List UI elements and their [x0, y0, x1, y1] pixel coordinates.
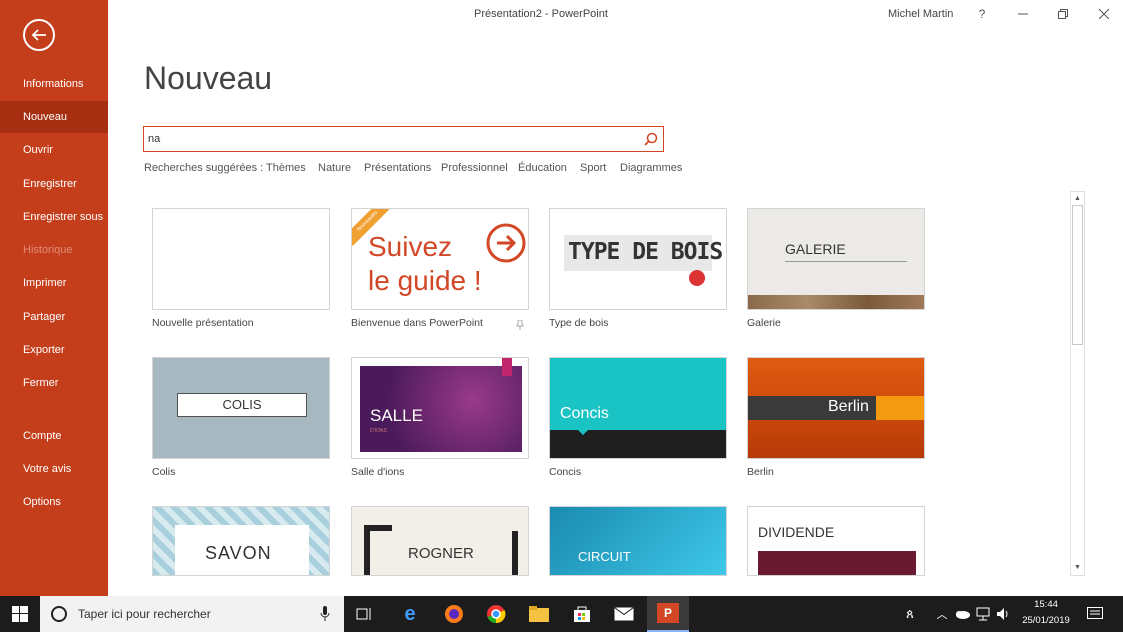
template-caption: Berlin: [747, 466, 774, 478]
template-caption: Colis: [152, 466, 176, 478]
suggestion-link[interactable]: Éducation: [518, 162, 567, 174]
clock-time[interactable]: 15:44: [1016, 599, 1076, 610]
template-circuit[interactable]: CIRCUIT: [549, 506, 727, 576]
store-icon[interactable]: [570, 602, 594, 626]
sidebar-item-ouvrir[interactable]: Ouvrir: [0, 134, 108, 166]
template-salle-dions[interactable]: SALLE D'IONS: [351, 357, 529, 459]
template-search-input[interactable]: [148, 130, 628, 148]
sidebar-item-fermer[interactable]: Fermer: [0, 367, 108, 399]
taskbar-search-placeholder: Taper ici pour rechercher: [78, 607, 211, 621]
onedrive-icon[interactable]: [950, 602, 974, 626]
close-icon[interactable]: [1094, 4, 1114, 24]
template-savon[interactable]: SAVON: [152, 506, 330, 576]
sidebar-item-enregistrer[interactable]: Enregistrer: [0, 168, 108, 200]
template-thumb-title: CIRCUIT: [578, 549, 631, 564]
template-thumb-title: DIVIDENDE: [758, 524, 835, 540]
cortana-circle-icon: [50, 605, 68, 628]
taskbar-search-box[interactable]: Taper ici pour rechercher: [40, 596, 344, 632]
suggestion-link[interactable]: Professionnel: [441, 162, 508, 174]
mail-icon[interactable]: [612, 602, 636, 626]
sidebar-item-informations[interactable]: Informations: [0, 68, 108, 100]
suggestion-link[interactable]: Thèmes: [266, 162, 306, 174]
template-thumb-title: COLIS: [177, 393, 307, 417]
microphone-icon[interactable]: [320, 606, 330, 627]
backstage-sidebar: Informations Nouveau Ouvrir Enregistrer …: [0, 0, 108, 596]
file-explorer-icon[interactable]: [527, 602, 551, 626]
pin-icon[interactable]: [516, 317, 524, 335]
template-caption: Galerie: [747, 317, 781, 329]
template-thumb-subtitle: D'IONS: [370, 428, 387, 434]
powerpoint-backstage: Informations Nouveau Ouvrir Enregistrer …: [0, 0, 1123, 596]
chrome-icon[interactable]: [484, 602, 508, 626]
template-colis[interactable]: COLIS: [152, 357, 330, 459]
search-icon[interactable]: [643, 131, 659, 147]
template-thumb-line1: Suivez: [368, 231, 453, 262]
sidebar-item-exporter[interactable]: Exporter: [0, 334, 108, 366]
template-caption: Nouvelle présentation: [152, 317, 254, 329]
template-nouvelle-presentation[interactable]: [152, 208, 330, 310]
windows-taskbar: Taper ici pour rechercher e P ጰ ︿ 15:44 …: [0, 596, 1123, 632]
sidebar-item-options[interactable]: Options: [0, 486, 108, 518]
user-name[interactable]: Michel Martin: [888, 8, 953, 20]
template-caption: Type de bois: [549, 317, 609, 329]
back-arrow-icon[interactable]: [23, 19, 55, 51]
help-button[interactable]: ?: [972, 4, 992, 24]
page-title: Nouveau: [144, 60, 273, 96]
windows-start-icon[interactable]: [8, 602, 32, 626]
template-thumb-title: Berlin: [828, 398, 869, 415]
edge-browser-icon[interactable]: e: [398, 602, 422, 626]
template-thumb-title: TYPE DE BOIS: [568, 239, 723, 265]
stamp-dot: [689, 270, 705, 286]
template-concis[interactable]: Concis: [549, 357, 727, 459]
template-thumb-title: SAVON: [205, 543, 272, 563]
template-thumb-line2: le guide !: [368, 265, 482, 296]
sidebar-item-nouveau[interactable]: Nouveau: [0, 101, 108, 133]
taskbar-powerpoint-active[interactable]: P: [647, 596, 689, 632]
template-bienvenue[interactable]: Nouveautés Suivez le guide !: [351, 208, 529, 310]
scroll-thumb[interactable]: [1072, 205, 1083, 345]
template-caption: Salle d'ions: [351, 466, 405, 478]
template-galerie[interactable]: GALERIE: [747, 208, 925, 310]
window-title: Présentation2 - PowerPoint: [474, 8, 608, 20]
suggestion-link[interactable]: Sport: [580, 162, 606, 174]
template-rogner[interactable]: ROGNER: [351, 506, 529, 576]
sidebar-item-enregistrer-sous[interactable]: Enregistrer sous: [0, 201, 108, 233]
restore-icon[interactable]: [1053, 4, 1073, 24]
people-icon[interactable]: ጰ: [898, 602, 922, 626]
firefox-icon[interactable]: [442, 602, 466, 626]
template-thumb-title: Concis: [560, 405, 609, 422]
template-caption: Concis: [549, 466, 582, 478]
template-caption: Bienvenue dans PowerPoint: [351, 317, 483, 329]
template-thumb-title: ROGNER: [408, 545, 474, 562]
sidebar-item-partager[interactable]: Partager: [0, 301, 108, 333]
template-thumb-title: GALERIE: [785, 241, 846, 257]
scroll-down-icon[interactable]: ▼: [1071, 561, 1084, 574]
suggested-searches-label: Recherches suggérées :: [144, 162, 264, 174]
volume-icon[interactable]: [992, 602, 1016, 626]
template-berlin[interactable]: Berlin: [747, 357, 925, 459]
powerpoint-app-icon: P: [657, 603, 679, 623]
suggestion-link[interactable]: Présentations: [364, 162, 431, 174]
template-thumb-title: SALLE: [370, 406, 423, 425]
scroll-up-icon[interactable]: ▲: [1071, 192, 1084, 205]
task-view-icon[interactable]: [353, 602, 377, 626]
suggestion-link[interactable]: Diagrammes: [620, 162, 682, 174]
template-type-de-bois[interactable]: TYPE DE BOIS: [549, 208, 727, 310]
template-search-box[interactable]: [143, 126, 664, 152]
sidebar-item-compte[interactable]: Compte: [0, 420, 108, 452]
sidebar-item-votre-avis[interactable]: Votre avis: [0, 453, 108, 485]
suggestion-link[interactable]: Nature: [318, 162, 351, 174]
sidebar-item-historique: Historique: [23, 244, 73, 256]
template-dividende[interactable]: DIVIDENDE: [747, 506, 925, 576]
clock-date[interactable]: 25/01/2019: [1016, 615, 1076, 626]
sidebar-item-imprimer[interactable]: Imprimer: [0, 267, 108, 299]
minimize-icon[interactable]: [1013, 4, 1033, 24]
arrow-right-circle-icon: [486, 223, 526, 268]
notifications-icon[interactable]: [1083, 602, 1107, 626]
